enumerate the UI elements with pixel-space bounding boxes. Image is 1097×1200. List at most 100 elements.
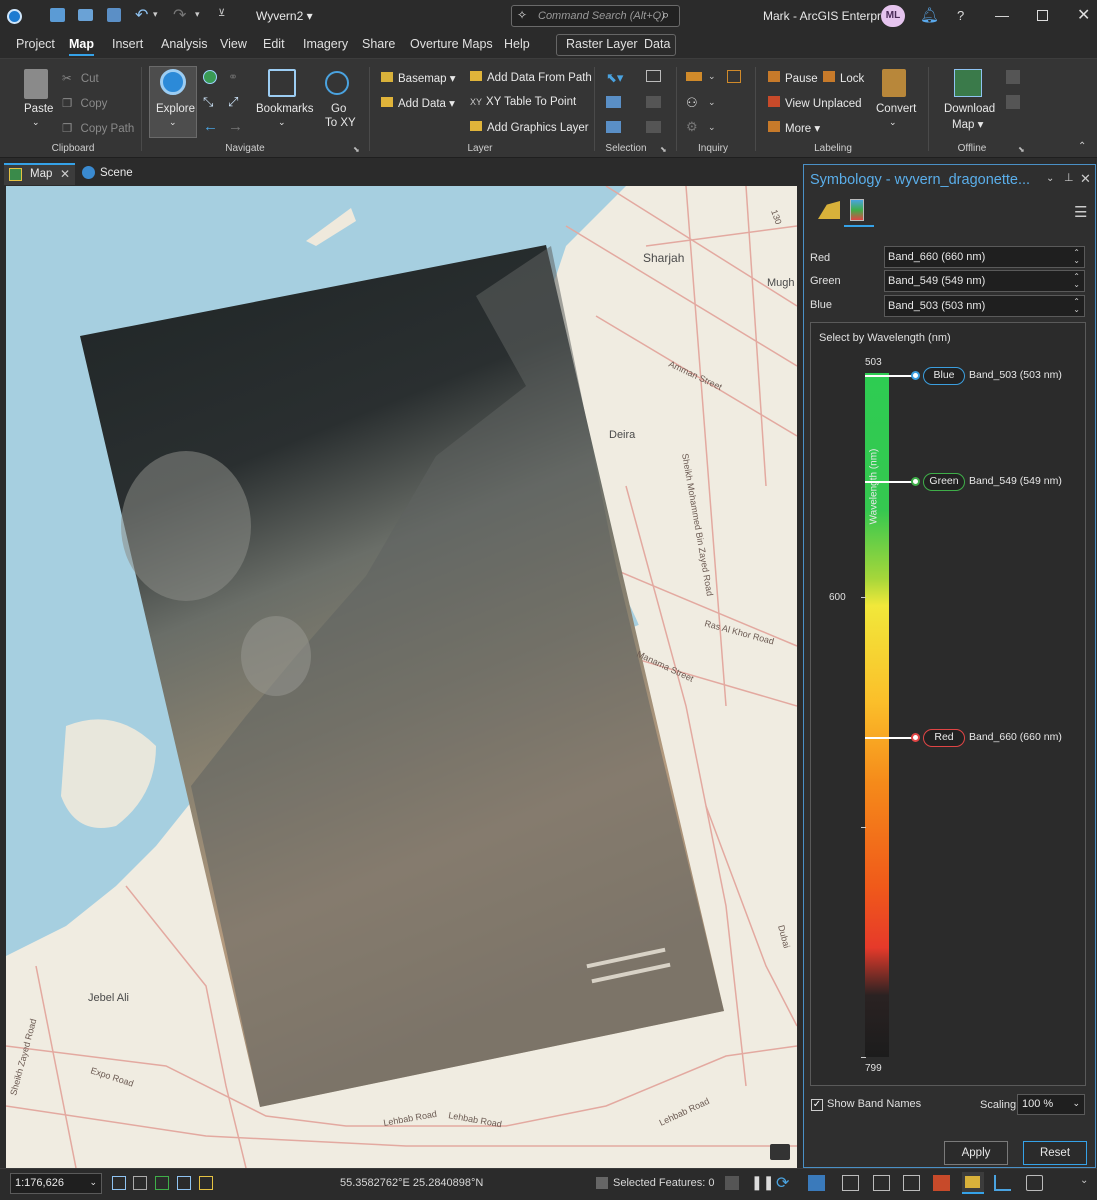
infographics-dropdown-icon[interactable]: ⌄ <box>708 97 716 108</box>
back-extent-icon[interactable]: ← <box>203 118 218 135</box>
download-map-button[interactable]: Map ▾ <box>952 117 983 131</box>
tab-raster-layer[interactable]: Raster Layer <box>566 37 638 51</box>
constraints-icon[interactable] <box>177 1176 191 1190</box>
zoom-selected-icon[interactable]: ⚭ <box>228 70 238 84</box>
minimize-button[interactable]: — <box>995 7 1009 23</box>
close-tab-icon[interactable]: ✕ <box>60 167 70 181</box>
fixed-zoom-out-icon[interactable]: ⤢ <box>228 94 238 110</box>
convert-button[interactable]: Convert <box>876 103 916 115</box>
pause-drawing-icon[interactable]: ❚❚ <box>751 1174 774 1191</box>
convert-dropdown-icon[interactable]: ⌄ <box>889 117 897 128</box>
clear-selection-icon[interactable] <box>646 96 661 108</box>
tab-map[interactable]: Map <box>69 37 94 56</box>
lock-labeling-button[interactable]: Lock <box>823 71 864 85</box>
avatar[interactable]: ML <box>881 5 905 27</box>
grid-icon[interactable] <box>133 1176 147 1190</box>
scale-tools-icon[interactable] <box>112 1176 126 1190</box>
undo-dropdown-icon[interactable]: ▾ <box>153 9 158 20</box>
tab-insert[interactable]: Insert <box>112 37 143 51</box>
pause-labeling-button[interactable]: Pause <box>768 71 818 85</box>
more-labeling-button[interactable]: More ▾ <box>768 121 820 135</box>
zoom-to-selection-icon[interactable] <box>606 121 621 133</box>
help-icon[interactable]: ? <box>957 8 964 23</box>
reset-button[interactable]: Reset <box>1023 1141 1087 1165</box>
more-icon[interactable]: ⌄ <box>1080 1175 1088 1186</box>
layout-icon[interactable] <box>903 1175 920 1191</box>
notifications-icon[interactable]: 🔔︎ <box>920 6 939 24</box>
user-name[interactable]: Mark - ArcGIS Enterprise <box>763 9 896 23</box>
copy-path-button[interactable]: ❐ Copy Path <box>62 121 134 135</box>
undo-icon[interactable]: ↶ <box>135 5 148 25</box>
attribute-icon[interactable] <box>873 1175 890 1191</box>
tab-scene-view[interactable]: Scene <box>78 163 138 185</box>
add-data-from-path-button[interactable]: Add Data From Path <box>470 71 592 84</box>
coordinate-dropdown-icon[interactable]: ⌄ <box>708 122 716 133</box>
band-marker-handle[interactable] <box>911 732 920 742</box>
go-to-xy-button[interactable]: To XY <box>325 117 356 129</box>
navigate-launcher-icon[interactable]: ⬊ <box>353 145 360 154</box>
pane-menu-icon[interactable]: ☰ <box>1074 203 1087 221</box>
tab-edit[interactable]: Edit <box>263 37 285 51</box>
copy-button[interactable]: ❐ Copy <box>62 96 107 110</box>
remove-offline-icon[interactable] <box>1006 95 1020 109</box>
select-icon[interactable]: ⬉▾ <box>606 70 623 86</box>
rotation-icon[interactable] <box>199 1176 213 1190</box>
fixed-zoom-in-icon[interactable]: ⤡ <box>203 94 213 110</box>
tab-help[interactable]: Help <box>504 37 530 51</box>
tab-project[interactable]: Project <box>16 37 55 51</box>
paste-dropdown-icon[interactable]: ⌄ <box>32 117 40 128</box>
bookmarks-button[interactable]: Bookmarks <box>256 103 314 115</box>
snapping-icon[interactable] <box>155 1176 169 1190</box>
sync-icon[interactable] <box>1006 70 1020 84</box>
band-marker-line[interactable] <box>865 375 915 377</box>
select-by-attributes-icon[interactable] <box>646 70 661 82</box>
map-notes-icon[interactable] <box>770 1144 790 1160</box>
basemap-button[interactable]: Basemap ▾ <box>381 71 456 85</box>
add-graphics-layer-button[interactable]: Add Graphics Layer <box>470 121 589 134</box>
band-marker-handle[interactable] <box>911 371 920 380</box>
search-input[interactable]: Command Search (Alt+Q) <box>538 10 665 22</box>
tab-view[interactable]: View <box>220 37 247 51</box>
collapse-ribbon-icon[interactable]: ⌃ <box>1078 141 1086 152</box>
maximize-button[interactable] <box>1037 10 1048 21</box>
tab-data[interactable]: Data <box>644 37 670 51</box>
show-band-names-checkbox[interactable]: ✓ <box>811 1099 823 1111</box>
explore-dropdown-icon[interactable]: ⌄ <box>169 117 177 128</box>
forward-extent-icon[interactable]: → <box>228 118 243 135</box>
tab-imagery[interactable]: Imagery <box>303 37 348 51</box>
green-band-combo[interactable]: Band_549 (549 nm) ⌃ ⌄ <box>884 270 1085 292</box>
apply-button[interactable]: Apply <box>944 1141 1008 1165</box>
open-project-icon[interactable] <box>78 9 93 21</box>
red-band-combo[interactable]: Band_660 (660 nm) ⌃ ⌄ <box>884 246 1085 268</box>
table-icon[interactable] <box>842 1175 859 1191</box>
band-marker-line[interactable] <box>865 736 915 739</box>
select-by-location-icon[interactable] <box>606 96 621 108</box>
pane-options-icon[interactable]: ⌄ <box>1046 173 1054 184</box>
close-window-button[interactable]: ✕ <box>1077 5 1090 25</box>
locate-icon[interactable] <box>727 70 741 83</box>
scaling-select[interactable]: 100 % ⌄ <box>1017 1094 1085 1115</box>
customize-qat-icon[interactable]: ⊻ <box>218 8 225 19</box>
tab-share[interactable]: Share <box>362 37 395 51</box>
symbology-icon[interactable] <box>962 1172 984 1194</box>
tab-analysis[interactable]: Analysis <box>161 37 208 51</box>
map-view[interactable]: Sharjah Mugh Deira Jebel Ali Amman Stree… <box>6 186 797 1168</box>
new-project-icon[interactable] <box>50 8 65 22</box>
coordinate-conversion-icon[interactable]: ⚙ <box>686 119 698 135</box>
pin-icon[interactable]: ⊥ <box>1064 171 1074 184</box>
xy-table-to-point-button[interactable]: XY XY Table To Point <box>470 96 576 108</box>
attributes-icon[interactable] <box>646 121 661 133</box>
view-unplaced-button[interactable]: View Unplaced <box>768 96 862 110</box>
measure-icon[interactable] <box>686 72 702 81</box>
cut-button[interactable]: ✂ Cut <box>62 71 99 85</box>
tab-map-view[interactable]: Map ✕ <box>4 163 75 185</box>
offline-launcher-icon[interactable]: ⬊ <box>1018 145 1025 154</box>
primary-symbology-tab-icon[interactable] <box>818 201 840 219</box>
tab-overture-maps[interactable]: Overture Maps <box>410 37 493 51</box>
catalog-icon[interactable] <box>808 1175 825 1191</box>
refresh-icon[interactable]: ⟳ <box>776 1173 789 1193</box>
add-data-button[interactable]: Add Data ▾ <box>381 96 455 110</box>
blue-band-combo[interactable]: Band_503 (503 nm) ⌃ ⌄ <box>884 295 1085 317</box>
command-search[interactable]: ✧ Command Search (Alt+Q) ⌕ <box>511 5 680 27</box>
band-marker-line[interactable] <box>865 480 915 483</box>
